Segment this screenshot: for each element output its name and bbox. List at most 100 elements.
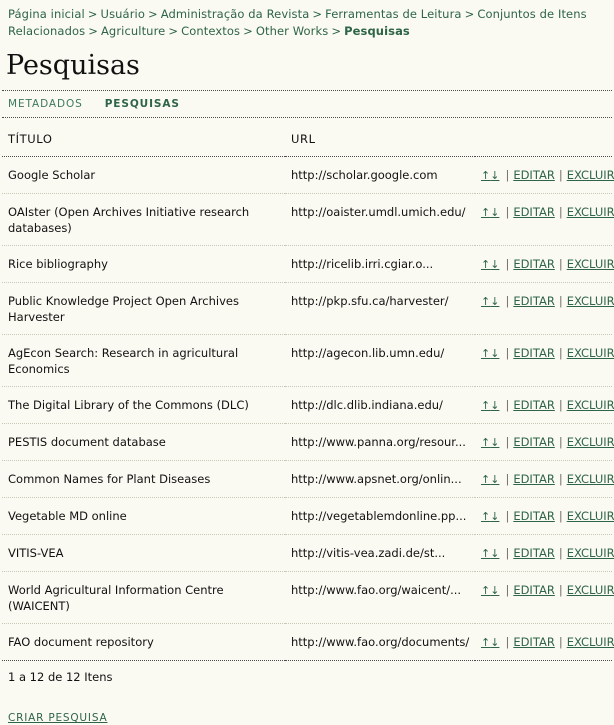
page-root: Página inicial > Usuário > Administração da … bbox=[0, 0, 614, 725]
breadcrumb-item-0[interactable]: Página inicial bbox=[8, 7, 85, 21]
breadcrumb: Página inicial > Usuário > Administração da … bbox=[0, 0, 614, 40]
move-up-icon[interactable]: ↑ bbox=[481, 510, 490, 523]
cell-url: http://vegetablemdonline.pp... bbox=[285, 497, 475, 535]
delete-link[interactable]: EXCLUIR bbox=[567, 583, 614, 597]
edit-link[interactable]: EDITAR bbox=[513, 257, 555, 271]
move-down-icon[interactable]: ↓ bbox=[490, 206, 499, 219]
move-down-icon[interactable]: ↓ bbox=[490, 347, 499, 360]
move-down-icon[interactable]: ↓ bbox=[490, 295, 499, 308]
delete-link[interactable]: EXCLUIR bbox=[567, 435, 614, 449]
cell-title: Google Scholar bbox=[2, 156, 285, 194]
edit-link[interactable]: EDITAR bbox=[513, 509, 555, 523]
cell-title: PESTIS document database bbox=[2, 423, 285, 461]
action-separator: | bbox=[505, 546, 510, 560]
column-header-title: TÍTULO bbox=[2, 118, 285, 157]
move-up-icon[interactable]: ↑ bbox=[481, 636, 490, 649]
cell-actions: ↑↓ | EDITAR | EXCLUIR bbox=[475, 534, 614, 572]
edit-link[interactable]: EDITAR bbox=[513, 583, 555, 597]
delete-link[interactable]: EXCLUIR bbox=[567, 294, 614, 308]
table-row: World Agricultural Information Centre (W… bbox=[2, 571, 614, 624]
breadcrumb-item-1[interactable]: Usuário bbox=[101, 7, 145, 21]
edit-link[interactable]: EDITAR bbox=[513, 205, 555, 219]
cell-actions: ↑↓ | EDITAR | EXCLUIR bbox=[475, 571, 614, 624]
delete-link[interactable]: EXCLUIR bbox=[567, 346, 614, 360]
cell-url: http://scholar.google.com bbox=[285, 156, 475, 194]
edit-link[interactable]: EDITAR bbox=[513, 635, 555, 649]
cell-actions: ↑↓ | EDITAR | EXCLUIR bbox=[475, 460, 614, 498]
delete-link[interactable]: EXCLUIR bbox=[567, 257, 614, 271]
breadcrumb-item-2[interactable]: Administração da Revista bbox=[161, 7, 310, 21]
move-up-icon[interactable]: ↑ bbox=[481, 436, 490, 449]
cell-actions: ↑↓ | EDITAR | EXCLUIR bbox=[475, 334, 614, 387]
delete-link[interactable]: EXCLUIR bbox=[567, 635, 614, 649]
move-down-icon[interactable]: ↓ bbox=[490, 399, 499, 412]
move-down-icon[interactable]: ↓ bbox=[490, 547, 499, 560]
move-up-icon[interactable]: ↑ bbox=[481, 258, 490, 271]
breadcrumb-separator: > bbox=[87, 7, 98, 21]
move-up-icon[interactable]: ↑ bbox=[481, 399, 490, 412]
breadcrumb-separator: > bbox=[312, 7, 323, 21]
item-count: 1 a 12 de 12 Itens bbox=[8, 670, 113, 684]
breadcrumb-separator: > bbox=[147, 7, 158, 21]
edit-link[interactable]: EDITAR bbox=[513, 294, 555, 308]
cell-actions: ↑↓ | EDITAR | EXCLUIR bbox=[475, 245, 614, 283]
action-separator: | bbox=[505, 346, 510, 360]
table-row: OAIster (Open Archives Initiative resear… bbox=[2, 193, 614, 246]
table-row: The Digital Library of the Commons (DLC)… bbox=[2, 386, 614, 424]
breadcrumb-item-5[interactable]: Agriculture bbox=[101, 24, 165, 38]
delete-link[interactable]: EXCLUIR bbox=[567, 472, 614, 486]
move-up-icon[interactable]: ↑ bbox=[481, 169, 490, 182]
action-separator: | bbox=[558, 546, 563, 560]
action-separator: | bbox=[505, 294, 510, 308]
breadcrumb-separator: > bbox=[243, 24, 253, 38]
move-up-icon[interactable]: ↑ bbox=[481, 206, 490, 219]
cell-title: OAIster (Open Archives Initiative resear… bbox=[2, 193, 285, 246]
breadcrumb-item-6[interactable]: Contextos bbox=[181, 24, 240, 38]
cell-url: http://vitis-vea.zadi.de/st... bbox=[285, 534, 475, 572]
delete-link[interactable]: EXCLUIR bbox=[567, 509, 614, 523]
column-header-actions bbox=[475, 118, 612, 157]
tab-metadados[interactable]: METADADOS bbox=[8, 98, 83, 110]
delete-link[interactable]: EXCLUIR bbox=[567, 398, 614, 412]
reorder-arrows: ↑↓ bbox=[481, 583, 499, 597]
move-down-icon[interactable]: ↓ bbox=[490, 510, 499, 523]
breadcrumb-item-3[interactable]: Ferramentas de Leitura bbox=[325, 7, 461, 21]
cell-url: http://pkp.sfu.ca/harvester/ bbox=[285, 282, 475, 335]
edit-link[interactable]: EDITAR bbox=[513, 472, 555, 486]
breadcrumb-separator: > bbox=[168, 24, 179, 38]
edit-link[interactable]: EDITAR bbox=[513, 398, 555, 412]
move-up-icon[interactable]: ↑ bbox=[481, 473, 490, 486]
edit-link[interactable]: EDITAR bbox=[513, 546, 555, 560]
breadcrumb-item-7[interactable]: Other Works bbox=[256, 24, 329, 38]
delete-link[interactable]: EXCLUIR bbox=[567, 546, 614, 560]
delete-link[interactable]: EXCLUIR bbox=[567, 168, 614, 182]
reorder-arrows: ↑↓ bbox=[481, 294, 499, 308]
action-separator: | bbox=[558, 168, 563, 182]
move-down-icon[interactable]: ↓ bbox=[490, 473, 499, 486]
edit-link[interactable]: EDITAR bbox=[513, 168, 555, 182]
move-up-icon[interactable]: ↑ bbox=[481, 347, 490, 360]
tab-pesquisas[interactable]: PESQUISAS bbox=[105, 98, 180, 110]
reorder-arrows: ↑↓ bbox=[481, 435, 499, 449]
action-separator: | bbox=[505, 398, 510, 412]
breadcrumb-separator: > bbox=[88, 24, 98, 38]
cell-url: http://www.panna.org/resour... bbox=[285, 423, 475, 461]
move-down-icon[interactable]: ↓ bbox=[490, 258, 499, 271]
move-down-icon[interactable]: ↓ bbox=[490, 169, 499, 182]
action-separator: | bbox=[505, 168, 510, 182]
reorder-arrows: ↑↓ bbox=[481, 635, 499, 649]
delete-link[interactable]: EXCLUIR bbox=[567, 205, 614, 219]
move-up-icon[interactable]: ↑ bbox=[481, 547, 490, 560]
move-down-icon[interactable]: ↓ bbox=[490, 436, 499, 449]
cell-url: http://oaister.umdl.umich.edu/ bbox=[285, 193, 475, 246]
move-down-icon[interactable]: ↓ bbox=[490, 584, 499, 597]
reorder-arrows: ↑↓ bbox=[481, 205, 499, 219]
move-up-icon[interactable]: ↑ bbox=[481, 584, 490, 597]
edit-link[interactable]: EDITAR bbox=[513, 346, 555, 360]
move-down-icon[interactable]: ↓ bbox=[490, 636, 499, 649]
edit-link[interactable]: EDITAR bbox=[513, 435, 555, 449]
cell-title: Rice bibliography bbox=[2, 245, 285, 283]
move-up-icon[interactable]: ↑ bbox=[481, 295, 490, 308]
cell-title: VITIS-VEA bbox=[2, 534, 285, 572]
create-search-link[interactable]: CRIAR PESQUISA bbox=[8, 712, 107, 724]
